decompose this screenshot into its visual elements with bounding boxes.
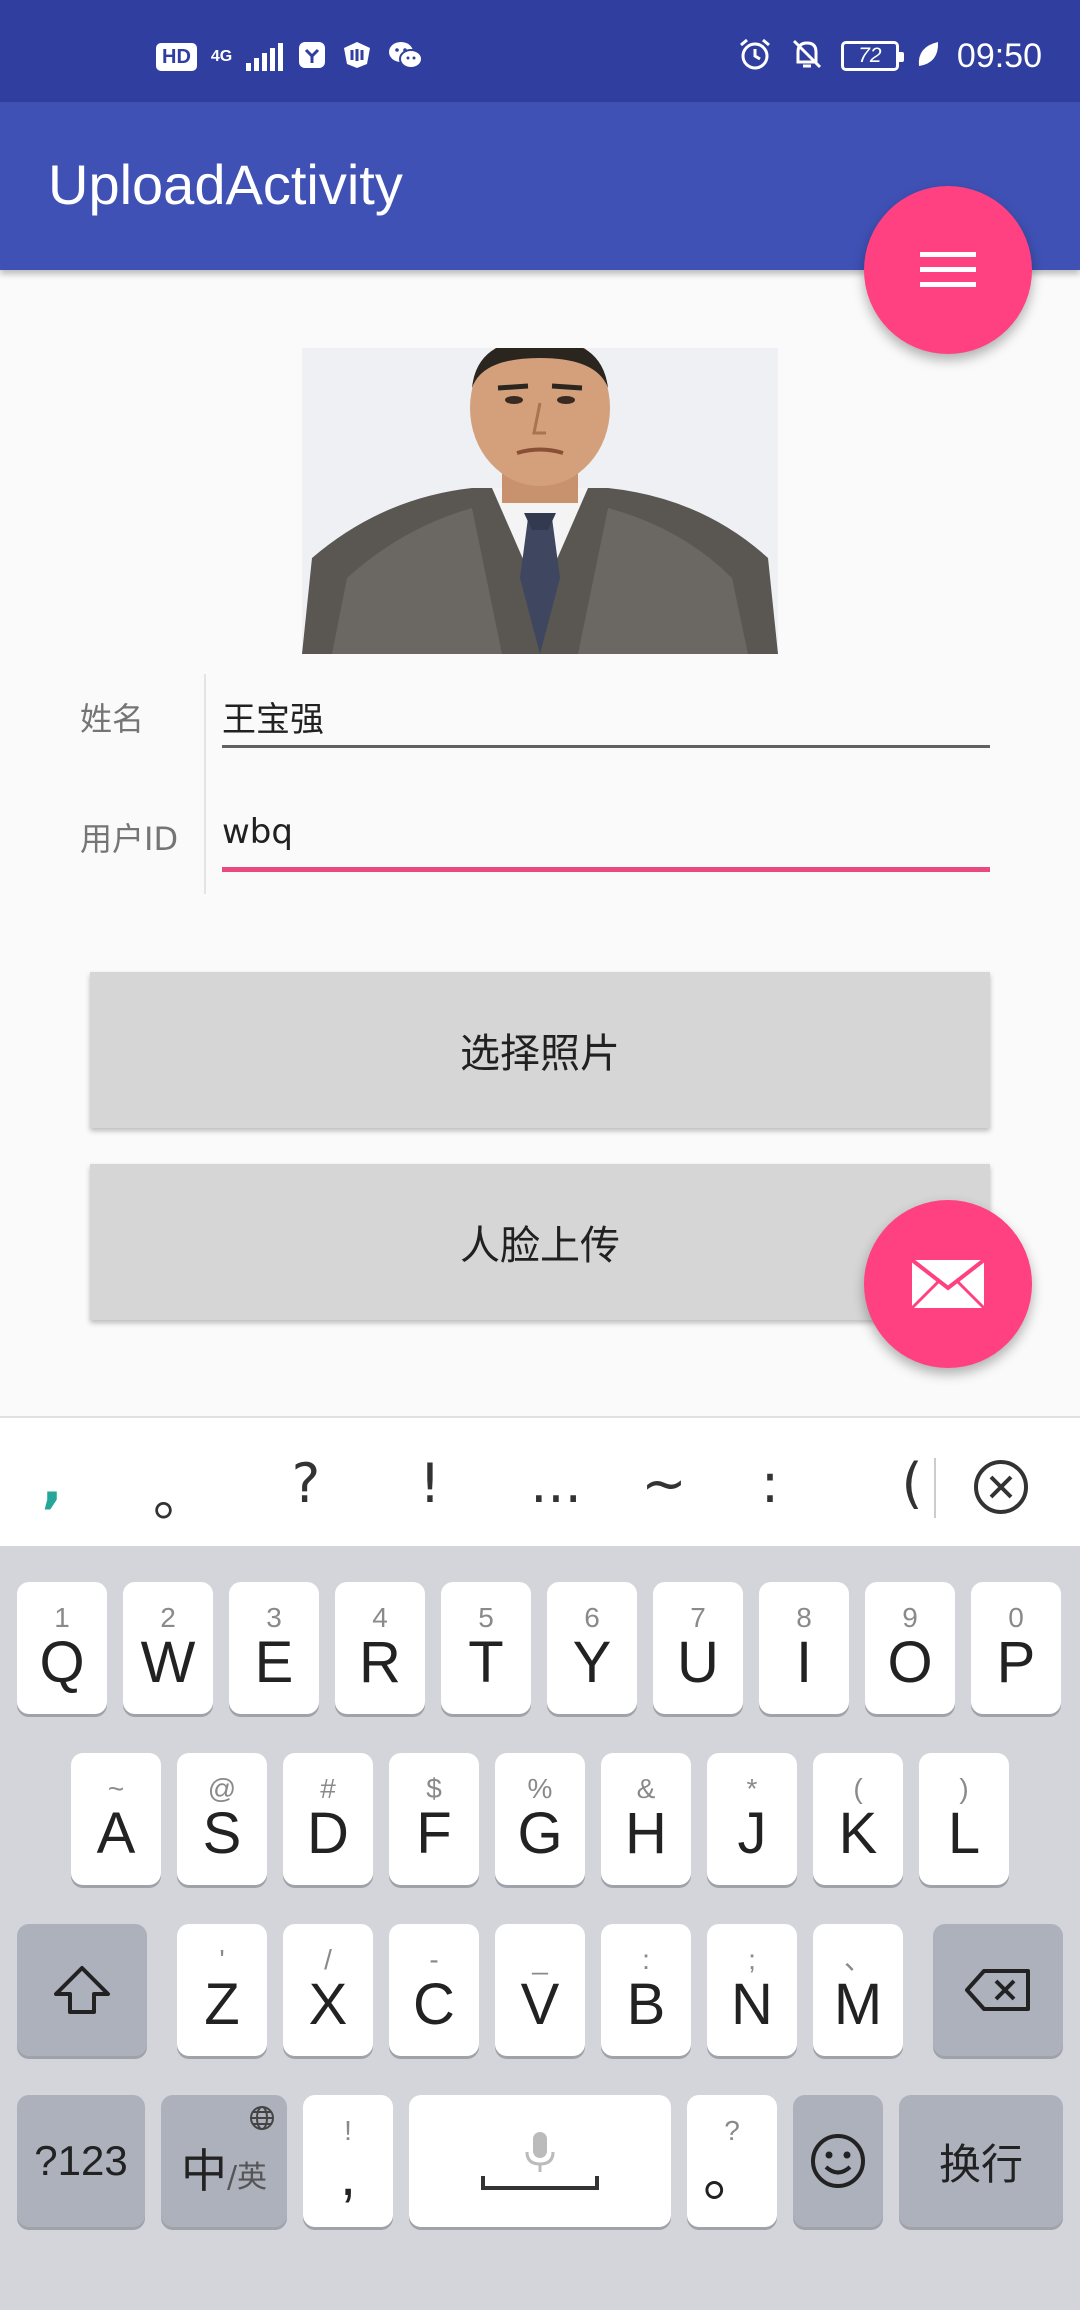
- hd-indicator: HD: [156, 43, 197, 71]
- candidate-question[interactable]: ?: [266, 1452, 346, 1515]
- alarm-icon: [737, 36, 773, 76]
- clock: 09:50: [956, 36, 1042, 75]
- key-l[interactable]: ) L: [919, 1753, 1009, 1885]
- emoji-key[interactable]: [793, 2095, 883, 2227]
- enter-key[interactable]: 换行: [899, 2095, 1063, 2227]
- language-switch-key[interactable]: 中/英: [161, 2095, 287, 2227]
- network-type: 4G: [210, 48, 233, 65]
- key-g[interactable]: % G: [495, 1753, 585, 1885]
- key-q[interactable]: 1Q: [17, 1582, 107, 1714]
- candidate-period[interactable]: 。: [140, 1452, 220, 1531]
- shift-key[interactable]: [17, 1924, 147, 2056]
- key-k[interactable]: (K: [813, 1753, 903, 1885]
- key-y[interactable]: 6Y: [547, 1582, 637, 1714]
- select-photo-button[interactable]: 选择照片: [90, 972, 990, 1128]
- key-i[interactable]: 8I: [759, 1582, 849, 1714]
- status-icons-left: HD 4G: [156, 40, 424, 74]
- menu-fab[interactable]: [864, 186, 1032, 354]
- key-period[interactable]: ?。: [687, 2095, 777, 2227]
- key-o[interactable]: 9O: [865, 1582, 955, 1714]
- collapse-candidates-button[interactable]: [972, 1458, 1030, 1520]
- mail-icon: [910, 1258, 986, 1310]
- battery-level: 72: [858, 44, 882, 67]
- mute-icon: [789, 36, 825, 76]
- space-key[interactable]: [409, 2095, 671, 2227]
- key-d[interactable]: # D: [283, 1753, 373, 1885]
- key-r[interactable]: 4R: [335, 1582, 425, 1714]
- key-h[interactable]: & H: [601, 1753, 691, 1885]
- battery-icon: 72: [840, 41, 904, 71]
- key-p[interactable]: 0P: [971, 1582, 1061, 1714]
- key-t[interactable]: 5T: [441, 1582, 531, 1714]
- key-comma[interactable]: !,: [303, 2095, 393, 2227]
- key-e[interactable]: 3E: [229, 1582, 319, 1714]
- key-f[interactable]: $ F: [389, 1753, 479, 1885]
- key-v[interactable]: _ V: [495, 1924, 585, 2056]
- signal-icon: [246, 43, 284, 71]
- menu-icon: [920, 252, 976, 287]
- user-id-label: 用户ID: [80, 820, 179, 858]
- key-x[interactable]: / X: [283, 1924, 373, 2056]
- space-bar-icon: [481, 2176, 599, 2190]
- lang-sub-label: /英: [226, 2160, 268, 2195]
- symbols-key[interactable]: ?123: [17, 2095, 145, 2227]
- name-label: 姓名: [80, 700, 145, 738]
- app-notification-icon: [297, 40, 327, 74]
- form-divider: [204, 674, 206, 894]
- candidate-comma[interactable]: ,: [12, 1452, 92, 1515]
- name-input[interactable]: 王宝强: [222, 692, 990, 748]
- lang-main-label: 中: [180, 2145, 227, 2197]
- key-c[interactable]: -C: [389, 1924, 479, 2056]
- candidate-exclaim[interactable]: !: [390, 1452, 470, 1515]
- candidate-paren[interactable]: (: [872, 1452, 952, 1515]
- close-circle-icon: [974, 1460, 1028, 1514]
- key-u[interactable]: 7U: [653, 1582, 743, 1714]
- upload-face-button[interactable]: 人脸上传: [90, 1164, 990, 1320]
- key-n[interactable]: ; N: [707, 1924, 797, 2056]
- candidate-colon[interactable]: :: [730, 1452, 810, 1515]
- mail-fab[interactable]: [864, 1200, 1032, 1368]
- soft-keyboard: 1Q 2W 3E 4R 5T 6Y 7U 8I 9O 0P ~ A @ S # D $…: [0, 1546, 1080, 2310]
- key-j[interactable]: * J: [707, 1753, 797, 1885]
- key-z[interactable]: ' Z: [177, 1924, 267, 2056]
- keyboard-candidate-bar: , 。 ? ! ... ~ : (: [0, 1416, 1080, 1546]
- shift-icon: [54, 1966, 110, 2014]
- key-a[interactable]: ~ A: [71, 1753, 161, 1885]
- candidate-ellipsis[interactable]: ...: [516, 1452, 596, 1515]
- key-b[interactable]: :B: [601, 1924, 691, 2056]
- leaf-icon: [915, 39, 941, 73]
- wechat-icon: [387, 40, 424, 74]
- status-bar: HD 4G 72 09:50: [0, 0, 1080, 102]
- candidate-divider: [934, 1458, 936, 1518]
- backspace-key[interactable]: [933, 1924, 1063, 2056]
- key-m[interactable]: 、 M: [813, 1924, 903, 2056]
- shield-notification-icon: [341, 40, 373, 74]
- user-id-input[interactable]: wbq: [222, 812, 990, 872]
- globe-icon: [250, 2106, 274, 2130]
- status-icons-right: 72 09:50: [737, 36, 1042, 76]
- face-photo: [302, 348, 778, 654]
- microphone-icon: [525, 2132, 555, 2172]
- key-w[interactable]: 2W: [123, 1582, 213, 1714]
- key-s[interactable]: @ S: [177, 1753, 267, 1885]
- emoji-icon: [811, 2134, 865, 2188]
- backspace-icon: [965, 1969, 1030, 2011]
- candidate-tilde[interactable]: ~: [624, 1452, 704, 1515]
- app-title: UploadActivity: [48, 153, 403, 216]
